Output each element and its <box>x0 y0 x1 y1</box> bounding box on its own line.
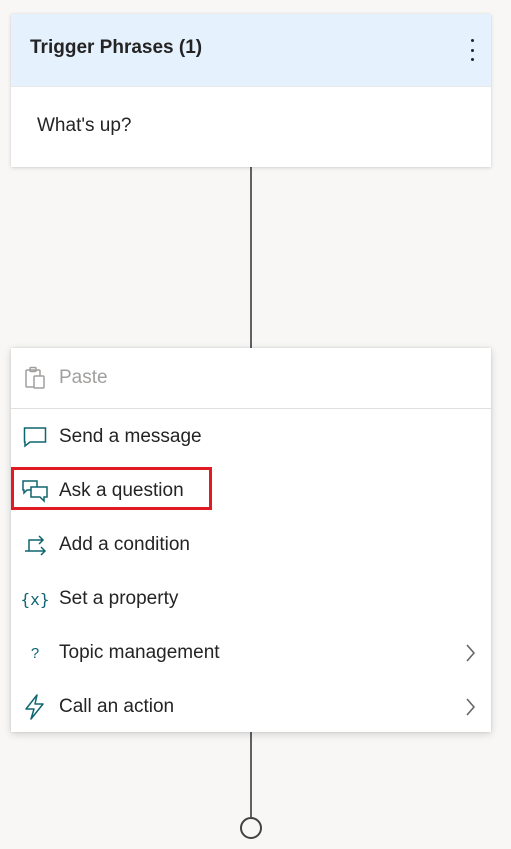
question-chat-icon <box>22 478 48 504</box>
menu-item-topic-management[interactable]: ? Topic management <box>11 626 491 680</box>
end-node-circle[interactable] <box>240 817 262 839</box>
chevron-right-icon <box>465 698 475 721</box>
menu-item-label: Set a property <box>59 588 179 609</box>
more-dot-icon <box>470 39 474 42</box>
more-dot-icon <box>470 58 474 61</box>
menu-item-label: Topic management <box>59 642 220 663</box>
add-node-menu: Paste Send a message Ask a question Add … <box>11 348 491 732</box>
connector-line-bottom <box>250 732 252 817</box>
menu-item-call-action[interactable]: Call an action <box>11 680 491 734</box>
lightning-icon <box>22 694 48 720</box>
menu-item-label: Add a condition <box>59 534 190 555</box>
question-mark-icon: ? <box>30 644 40 662</box>
menu-item-paste[interactable]: Paste <box>11 351 491 405</box>
menu-item-label: Ask a question <box>59 480 184 501</box>
menu-item-label: Paste <box>59 367 108 388</box>
menu-item-add-condition[interactable]: Add a condition <box>11 518 491 572</box>
menu-item-label: Call an action <box>59 696 175 717</box>
chevron-right-icon <box>465 644 475 667</box>
more-dot-icon <box>470 48 474 52</box>
trigger-phrase-text: What's up? <box>37 115 132 136</box>
trigger-phrases-card[interactable]: Trigger Phrases (1) What's up? <box>11 14 491 167</box>
message-icon <box>22 424 48 450</box>
more-options-button[interactable] <box>465 39 479 61</box>
variable-icon: {x} <box>20 589 50 609</box>
menu-item-label: Send a message <box>59 426 202 447</box>
menu-item-ask-question[interactable]: Ask a question <box>11 464 491 518</box>
branch-icon <box>22 532 48 558</box>
connector-line-top <box>250 167 252 348</box>
menu-item-set-property[interactable]: {x} Set a property <box>11 572 491 626</box>
menu-divider <box>11 408 491 409</box>
trigger-card-title: Trigger Phrases (1) <box>30 37 203 58</box>
menu-item-send-message[interactable]: Send a message <box>11 410 491 464</box>
clipboard-icon <box>22 365 48 391</box>
trigger-card-header: Trigger Phrases (1) <box>11 14 491 87</box>
